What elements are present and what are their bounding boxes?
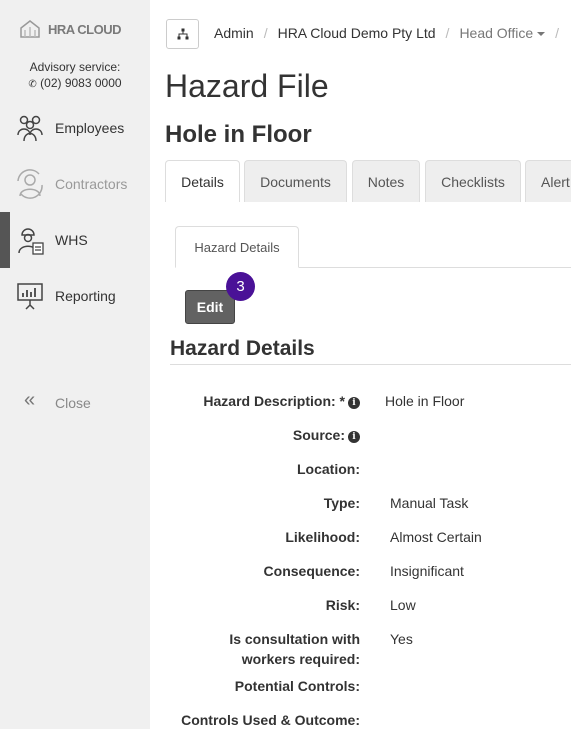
sidebar-item-label: Reporting [55,288,116,304]
reporting-icon [17,283,43,310]
logo[interactable]: HRA CLOUD [18,18,122,40]
sidebar-item-contractors[interactable]: Contractors [0,156,150,212]
section-title: Hazard Details [170,337,315,360]
sidebar-item-reporting[interactable]: Reporting [0,268,150,324]
sidebar: HRA CLOUD Advisory service: ✆ (02) 9083 … [0,0,150,729]
field-label-controls-used: Controls Used & Outcome: [181,712,360,728]
field-value-consultation: Yes [390,631,413,647]
chevrons-left-icon: « [24,389,36,411]
org-chart-button[interactable] [166,19,199,49]
field-label-hazard-description: Hazard Description: * i [203,391,360,411]
sidebar-item-whs[interactable]: WHS [0,212,150,268]
tab-documents[interactable]: Documents [244,160,347,202]
subtab-hazard-details[interactable]: Hazard Details [175,226,299,268]
page-title: Hazard File [165,68,329,104]
field-label-source: Source: i [293,425,360,445]
field-label-likelihood: Likelihood: [285,529,360,545]
logo-text: HRA CLOUD [48,21,122,37]
breadcrumb-location: Head Office [459,25,534,41]
tab-checklists[interactable]: Checklists [425,160,521,202]
breadcrumb-admin[interactable]: Admin [214,25,254,41]
logo-icon [20,20,40,38]
field-value-likelihood: Almost Certain [390,529,482,545]
field-label-risk: Risk: [325,597,360,613]
field-label-consultation: Is consultation with workers required: [229,631,360,667]
sidebar-item-employees[interactable]: Employees [0,100,150,156]
tab-details[interactable]: Details [165,160,240,202]
caret-down-icon [537,32,546,37]
phone-number: (02) 9083 0000 [40,76,122,90]
breadcrumb-separator: / [555,25,559,41]
field-value-hazard-description: Hole in Floor [385,393,465,409]
phone-icon: ✆ [28,79,37,90]
tab-notes[interactable]: Notes [352,160,420,202]
field-value-risk: Low [390,597,416,613]
edit-button[interactable]: Edit [185,290,235,324]
advisory-service: Advisory service: ✆ (02) 9083 0000 [0,59,150,93]
close-label: Close [55,395,91,411]
tab-alerts[interactable]: Alert [525,160,571,202]
info-icon[interactable]: i [348,431,360,443]
sidebar-item-label: WHS [55,232,88,248]
section-divider [170,364,571,365]
field-value-type: Manual Task [390,495,469,511]
tab-bar: Details Documents Notes Checklists Alert [165,160,571,202]
field-value-consequence: Insignificant [390,563,464,579]
info-icon[interactable]: i [348,397,360,409]
advisory-label: Advisory service: [29,60,121,74]
sidebar-close-button[interactable]: « Close [0,388,150,418]
employees-icon [17,115,43,142]
advisory-phone[interactable]: ✆ (02) 9083 0000 [0,75,150,93]
field-label-type: Type: [323,495,360,511]
field-label-potential-controls: Potential Controls: [234,678,360,694]
breadcrumb-separator: / [445,25,450,41]
record-title: Hole in Floor [165,121,312,148]
step-badge: 3 [226,272,255,301]
breadcrumb-company[interactable]: HRA Cloud Demo Pty Ltd [278,25,436,41]
contractors-icon [17,169,43,199]
breadcrumb-location-dropdown[interactable]: Head Office [459,25,546,41]
breadcrumb: Admin / HRA Cloud Demo Pty Ltd / Head Office… [214,25,569,41]
sidebar-item-label: Employees [55,120,125,136]
field-label-location: Location: [297,461,360,477]
whs-icon [18,228,44,255]
breadcrumb-separator: / [263,25,268,41]
sidebar-item-label: Contractors [55,176,128,192]
field-label-consequence: Consequence: [263,563,360,579]
sitemap-icon [177,28,188,40]
